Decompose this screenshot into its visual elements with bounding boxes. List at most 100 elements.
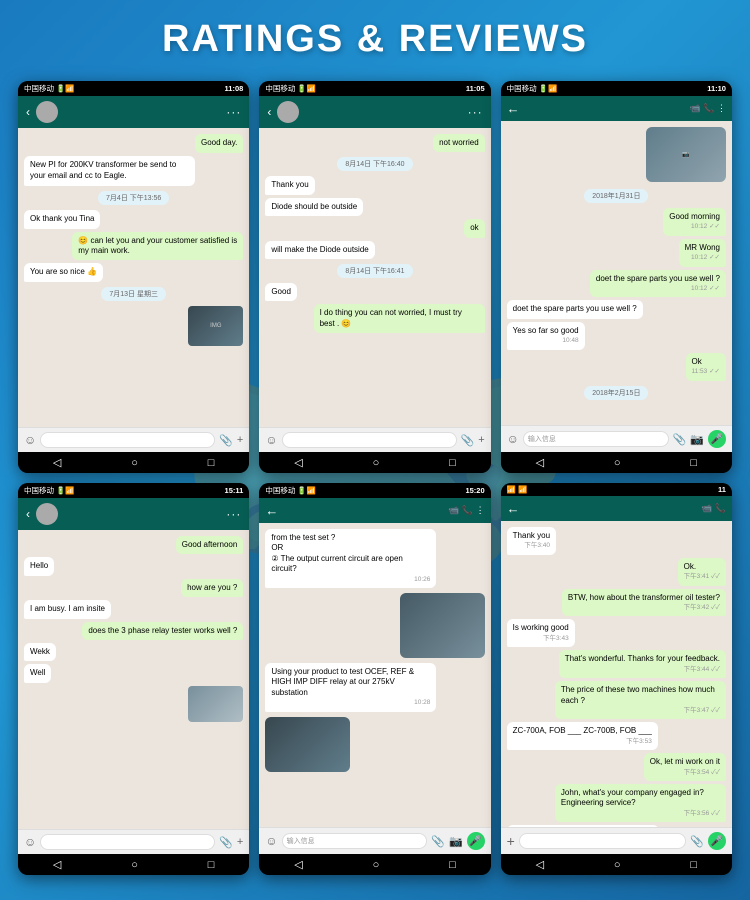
emoji-button-2[interactable]: ☺: [265, 433, 277, 447]
attach-icon-6[interactable]: 📎: [690, 835, 704, 848]
msg-time-6-6: 下午3:47 ✓✓: [561, 707, 720, 715]
msg-s4-2: how are you ?: [181, 579, 243, 597]
header-icons-6: 📹 📞: [701, 503, 726, 514]
msg-time-3-4: 10:48: [513, 337, 579, 345]
screenshots-grid: 中国移动 🔋📶 11:08 ‹ ··· Good day. New PI for…: [0, 73, 750, 893]
phone-icon-5[interactable]: 📞: [462, 505, 473, 515]
phone-screen-5: 中国移动 🔋📶 15:20 ← 📹 📞 ⋮ from the test set …: [259, 483, 490, 875]
nav-recent-2[interactable]: □: [449, 457, 456, 469]
msg-time-3-3: 10:12 ✓✓: [596, 285, 720, 293]
status-bar-4: 中国移动 🔋📶 15:11: [18, 483, 249, 498]
msg-time-6-2: 下午3:41 ✓✓: [684, 573, 720, 581]
input-box-4[interactable]: [40, 834, 215, 850]
mic-icon-5[interactable]: 🎤: [467, 832, 485, 850]
nav-back-6[interactable]: ◁: [536, 858, 544, 871]
video-call-icon-6[interactable]: 📹: [701, 503, 712, 513]
emoji-button-4[interactable]: ☺: [24, 835, 36, 849]
chat-footer-3: ☺ 输入信息 📎 📷 🎤: [501, 425, 732, 452]
camera-icon-3[interactable]: 📷: [690, 433, 704, 446]
back-icon-5[interactable]: ←: [265, 503, 278, 518]
menu-dots-2[interactable]: ···: [468, 105, 483, 119]
date-divider-1: 7月4日 下午13:56: [98, 191, 169, 205]
nav-recent-5[interactable]: □: [449, 859, 456, 871]
emoji-button-3[interactable]: ☺: [507, 432, 519, 446]
emoji-button-5[interactable]: ☺: [265, 834, 277, 848]
msg-s3-1: Good morning10:12 ✓✓: [663, 208, 726, 236]
nav-back-5[interactable]: ◁: [294, 858, 302, 871]
input-box-6[interactable]: [519, 833, 686, 849]
menu-icon-3[interactable]: ⋮: [717, 103, 726, 113]
msg-r2-4: Good: [265, 283, 297, 301]
nav-back-3[interactable]: ◁: [536, 456, 544, 469]
msg-s1-2: 😊 can let you and your customer satisfie…: [72, 232, 243, 261]
msg-r6-1: Thank you下午3:40: [507, 527, 556, 555]
msg-s4-3: does the 3 phase relay tester works well…: [82, 622, 243, 640]
time-4: 15:11: [225, 486, 244, 495]
input-box-5[interactable]: 输入信息: [282, 833, 428, 849]
attach-button-2[interactable]: 📎: [461, 434, 475, 447]
msg-s6-1: Ok.下午3:41 ✓✓: [678, 558, 726, 586]
chat-header-6: ← 📹 📞: [501, 496, 732, 521]
avatar-2: [277, 101, 299, 123]
time-5: 15:20: [465, 486, 484, 495]
mic-button-1[interactable]: +: [237, 434, 243, 446]
mic-icon-6[interactable]: 🎤: [708, 832, 726, 850]
add-icon-6[interactable]: +: [507, 833, 515, 849]
status-bar-3: 中国移动 🔋📶 11:10: [501, 81, 732, 96]
back-icon-6[interactable]: ←: [507, 501, 520, 516]
nav-home-2[interactable]: ○: [373, 457, 380, 469]
attach-button-1[interactable]: 📎: [219, 434, 233, 447]
nav-home-6[interactable]: ○: [614, 859, 621, 871]
camera-icon-5[interactable]: 📷: [449, 835, 463, 848]
nav-recent-1[interactable]: □: [208, 457, 215, 469]
img-label-3: 📷: [682, 151, 689, 158]
nav-bar-3: ◁ ○ □: [501, 452, 732, 473]
video-call-icon-3[interactable]: 📹: [690, 103, 701, 113]
date-divider-2: 8月14日 下午16:40: [337, 157, 412, 171]
photo-thumb-5-2: [265, 717, 350, 772]
attach-icon-3[interactable]: 📎: [673, 433, 687, 446]
nav-home-5[interactable]: ○: [373, 859, 380, 871]
emoji-button-1[interactable]: ☺: [24, 433, 36, 447]
msg-r4-2: I am busy. I am insite: [24, 600, 111, 618]
nav-back-4[interactable]: ◁: [53, 858, 61, 871]
input-box-1[interactable]: [40, 432, 215, 448]
back-icon-3[interactable]: ←: [507, 101, 520, 116]
phone-icon-3[interactable]: 📞: [703, 103, 714, 113]
nav-back-2[interactable]: ◁: [294, 456, 302, 469]
mic-button-4[interactable]: +: [237, 836, 243, 848]
menu-dots-4[interactable]: ···: [226, 507, 241, 521]
nav-bar-1: ◁ ○ □: [18, 452, 249, 473]
attach-icon-5[interactable]: 📎: [431, 835, 445, 848]
nav-bar-6: ◁ ○ □: [501, 854, 732, 875]
nav-back-1[interactable]: ◁: [53, 456, 61, 469]
mic-icon-3[interactable]: 🎤: [708, 430, 726, 448]
nav-home-3[interactable]: ○: [614, 457, 621, 469]
chat-body-5: from the test set ? OR ② The output curr…: [259, 523, 490, 827]
nav-home-4[interactable]: ○: [131, 859, 138, 871]
nav-recent-4[interactable]: □: [208, 859, 215, 871]
date-divider-2b: 8月14日 下午16:41: [337, 264, 412, 278]
attach-button-4[interactable]: 📎: [219, 836, 233, 849]
msg-r2-2: Diode should be outside: [265, 198, 363, 216]
msg-r4-3: Wekk: [24, 643, 56, 661]
avatar-4: [36, 503, 58, 525]
msg-s2-2: ok: [464, 219, 484, 237]
video-call-icon-5[interactable]: 📹: [448, 505, 459, 515]
msg-r5-2: Using your product to test OCEF, REF & H…: [265, 663, 436, 712]
back-icon-2[interactable]: ‹: [267, 105, 271, 119]
input-box-3[interactable]: 输入信息: [523, 431, 669, 447]
phone-icon-6[interactable]: 📞: [715, 503, 726, 513]
nav-recent-6[interactable]: □: [690, 859, 697, 871]
back-icon-1[interactable]: ‹: [26, 105, 30, 119]
menu-icon-5[interactable]: ⋮: [476, 505, 485, 515]
mic-button-2[interactable]: +: [478, 434, 484, 446]
back-icon-4[interactable]: ‹: [26, 507, 30, 521]
nav-recent-3[interactable]: □: [690, 457, 697, 469]
time-6: 11: [718, 485, 726, 494]
input-box-2[interactable]: [282, 432, 457, 448]
msg-r2-1: Thank you: [265, 176, 314, 194]
menu-dots-1[interactable]: ···: [226, 105, 241, 119]
nav-home-1[interactable]: ○: [131, 457, 138, 469]
product-image-1: IMG: [188, 306, 243, 346]
